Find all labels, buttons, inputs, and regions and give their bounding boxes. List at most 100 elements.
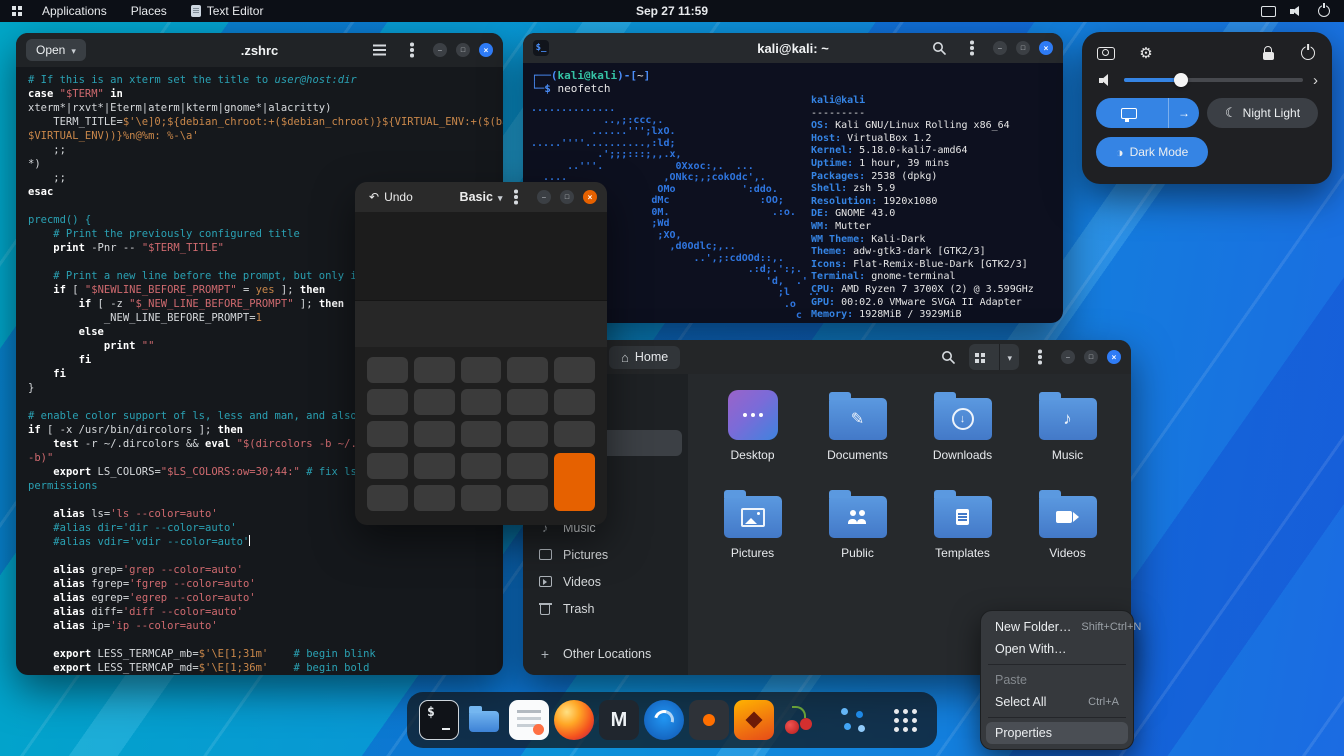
dock-text-editor-icon[interactable] bbox=[509, 700, 549, 740]
sidebar-item[interactable]: Trash bbox=[523, 595, 688, 622]
power-button[interactable] bbox=[1298, 44, 1318, 62]
editor-maximize-button[interactable]: □ bbox=[456, 43, 470, 57]
calc-key[interactable] bbox=[413, 485, 455, 511]
editor-minimize-button[interactable]: – bbox=[433, 43, 447, 57]
calc-key[interactable] bbox=[460, 421, 502, 447]
calc-key[interactable] bbox=[554, 357, 595, 383]
power-status-icon[interactable] bbox=[1318, 5, 1330, 17]
calc-key[interactable] bbox=[507, 421, 549, 447]
current-app-menu[interactable]: Text Editor bbox=[187, 2, 268, 20]
volume-expand-icon[interactable]: › bbox=[1313, 73, 1318, 88]
calc-key[interactable] bbox=[460, 453, 502, 479]
calc-key[interactable] bbox=[507, 389, 549, 415]
calc-key[interactable] bbox=[460, 357, 502, 383]
applications-menu[interactable]: Applications bbox=[38, 2, 111, 20]
calc-key[interactable] bbox=[554, 453, 595, 511]
calc-key[interactable] bbox=[460, 485, 502, 511]
calc-key[interactable] bbox=[554, 389, 595, 415]
calc-key[interactable] bbox=[507, 357, 549, 383]
folder-item[interactable]: Templates bbox=[913, 486, 1013, 584]
dock-metasploit-icon[interactable] bbox=[599, 700, 639, 740]
calc-key[interactable] bbox=[554, 421, 595, 447]
calculator-entry-display[interactable] bbox=[355, 301, 607, 347]
display-status-icon[interactable] bbox=[1261, 5, 1276, 17]
calculator-menu-button[interactable] bbox=[504, 185, 528, 209]
terminal-menu-button[interactable] bbox=[960, 36, 984, 60]
terminal-close-button[interactable]: × bbox=[1039, 41, 1053, 55]
calc-key[interactable] bbox=[507, 453, 549, 479]
files-headerbar[interactable]: ‹ › Home – □ × bbox=[523, 340, 1131, 374]
calculator-minimize-button[interactable]: – bbox=[537, 190, 551, 204]
volume-knob[interactable] bbox=[1174, 73, 1189, 87]
text-editor-headerbar[interactable]: Open .zshrc – □ × bbox=[16, 33, 503, 67]
folder-item[interactable]: Downloads bbox=[913, 388, 1013, 486]
context-menu-item[interactable]: Properties bbox=[986, 722, 1128, 744]
calc-key[interactable] bbox=[413, 421, 455, 447]
calc-key[interactable] bbox=[367, 485, 408, 511]
editor-menu-button[interactable] bbox=[400, 38, 424, 62]
sidebar-item[interactable]: Videos bbox=[523, 568, 688, 595]
moon-icon bbox=[1225, 105, 1237, 121]
open-button[interactable]: Open bbox=[26, 39, 86, 61]
lock-button[interactable] bbox=[1258, 44, 1278, 62]
panel-toggle-button[interactable] bbox=[367, 38, 391, 62]
calculator-headerbar[interactable]: Undo Basic – □ × bbox=[355, 182, 607, 212]
places-menu[interactable]: Places bbox=[127, 2, 171, 20]
files-maximize-button[interactable]: □ bbox=[1084, 350, 1098, 364]
calc-key[interactable] bbox=[460, 389, 502, 415]
clock[interactable]: Sep 27 11:59 bbox=[636, 4, 708, 18]
mode-selector[interactable]: Basic bbox=[460, 190, 503, 204]
view-toggle-button[interactable] bbox=[969, 344, 1019, 370]
calculator-maximize-button[interactable]: □ bbox=[560, 190, 574, 204]
dock-terminal-icon[interactable] bbox=[419, 700, 459, 740]
files-close-button[interactable]: × bbox=[1107, 350, 1121, 364]
folder-item[interactable]: Music bbox=[1018, 388, 1118, 486]
dock-cherrytree-icon[interactable] bbox=[779, 700, 819, 740]
settings-button[interactable] bbox=[1136, 44, 1156, 62]
calc-key[interactable] bbox=[367, 389, 408, 415]
volume-status-icon[interactable] bbox=[1290, 6, 1304, 16]
calc-key[interactable] bbox=[413, 357, 455, 383]
files-search-button[interactable] bbox=[936, 345, 960, 369]
dock-burpsuite-icon[interactable] bbox=[689, 700, 729, 740]
location-breadcrumb[interactable]: Home bbox=[609, 345, 681, 369]
display-settings-toggle[interactable]: → bbox=[1096, 98, 1200, 128]
calc-key[interactable] bbox=[367, 357, 408, 383]
files-menu-button[interactable] bbox=[1028, 345, 1052, 369]
calc-key[interactable] bbox=[507, 485, 549, 511]
terminal-search-button[interactable] bbox=[927, 36, 951, 60]
editor-close-button[interactable]: × bbox=[479, 43, 493, 57]
workspaces-icon[interactable] bbox=[12, 6, 22, 16]
calc-key[interactable] bbox=[413, 453, 455, 479]
folder-item[interactable]: Public bbox=[808, 486, 908, 584]
undo-button[interactable]: Undo bbox=[365, 188, 417, 206]
terminal-minimize-button[interactable]: – bbox=[993, 41, 1007, 55]
arrow-right-icon[interactable]: → bbox=[1168, 98, 1199, 128]
calculator-close-button[interactable]: × bbox=[583, 190, 597, 204]
folder-item[interactable]: Desktop bbox=[703, 388, 803, 486]
context-menu-item[interactable]: New Folder… Shift+Ctrl+N bbox=[986, 616, 1141, 638]
folder-item[interactable]: Videos bbox=[1018, 486, 1118, 584]
volume-slider[interactable] bbox=[1124, 73, 1303, 87]
sidebar-item[interactable]: Pictures bbox=[523, 541, 688, 568]
calc-key[interactable] bbox=[413, 389, 455, 415]
night-light-toggle[interactable]: Night Light bbox=[1207, 98, 1318, 128]
calc-key[interactable] bbox=[367, 453, 408, 479]
sidebar-item-other-locations[interactable]: Other Locations bbox=[523, 640, 688, 667]
dock-show-applications-icon[interactable] bbox=[885, 700, 925, 740]
terminal-headerbar[interactable]: $_ kali@kali: ~ – □ × bbox=[523, 33, 1063, 63]
dock-files-icon[interactable] bbox=[464, 700, 504, 740]
files-minimize-button[interactable]: – bbox=[1061, 350, 1075, 364]
dock-maltego-icon[interactable] bbox=[832, 700, 872, 740]
folder-item[interactable]: Documents bbox=[808, 388, 908, 486]
dark-mode-toggle[interactable]: Dark Mode bbox=[1096, 137, 1208, 167]
folder-item[interactable]: Pictures bbox=[703, 486, 803, 584]
context-menu-item[interactable]: Select All Ctrl+A bbox=[986, 691, 1128, 713]
context-menu-item[interactable]: Open With… bbox=[986, 638, 1128, 660]
dock-ettercap-icon[interactable] bbox=[734, 700, 774, 740]
dock-firefox-icon[interactable] bbox=[554, 700, 594, 740]
terminal-maximize-button[interactable]: □ bbox=[1016, 41, 1030, 55]
dock-zap-icon[interactable] bbox=[644, 700, 684, 740]
calc-key[interactable] bbox=[367, 421, 408, 447]
screenshot-button[interactable] bbox=[1096, 44, 1116, 62]
